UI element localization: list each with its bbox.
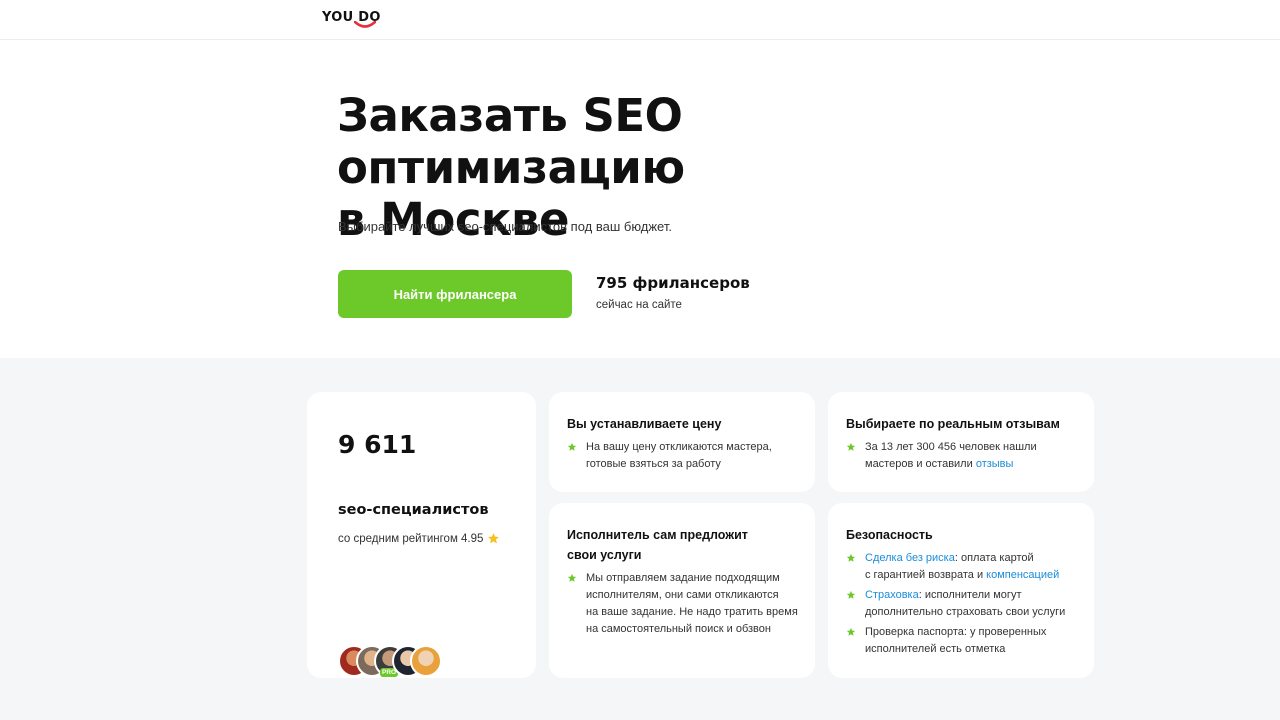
bullet-text: Проверка паспорта: у проверенных [865, 626, 1047, 638]
freelancer-count-caption: сейчас на сайте [596, 299, 682, 311]
avatar[interactable] [410, 645, 442, 677]
feature-bullet: На вашу цену откликаются мастера, готовые… [567, 439, 772, 473]
bullet-text: : оплата картой [954, 552, 1034, 564]
bullet-text: исполнителям, они сами откликаются [586, 589, 779, 601]
green-star-icon [846, 553, 856, 562]
bullet-text: мастеров и оставили [865, 458, 976, 470]
feature-title: Безопасность [846, 528, 933, 542]
feature-bullet: Мы отправляем задание подходящим исполнит… [567, 570, 798, 638]
bullet-text: исполнителей есть отметка [865, 643, 1006, 655]
safe-deal-link[interactable]: Сделка без риска [865, 552, 955, 564]
bullet-text: готовые взяться за работу [586, 458, 721, 470]
green-star-icon [846, 627, 856, 636]
stats-card: 9 611 seo-специалистов со средним рейтин… [307, 392, 536, 678]
bullet-text: с гарантией возврата и [865, 569, 987, 581]
specialists-label: seo-специалистов [338, 502, 489, 518]
reviews-link[interactable]: отзывы [976, 458, 1014, 470]
feature-card-reviews: Выбираете по реальным отзывам За 13 лет … [828, 392, 1094, 492]
hero-subtitle: Выбирайте лучших seo-специалистов под ва… [338, 219, 672, 234]
feature-title-line1: Исполнитель сам предложит [567, 528, 748, 542]
feature-card-safety: Безопасность Сделка без риска: оплата ка… [828, 503, 1094, 678]
bullet-text: на самостоятельный поиск и обзвон [586, 623, 771, 635]
feature-title: Исполнитель сам предложит свои услуги [567, 525, 748, 565]
page-title-line1: Заказать SEO оптимизацию [337, 89, 685, 194]
logo-smile-icon [354, 21, 376, 28]
feature-bullet: Проверка паспорта: у проверенных исполнит… [846, 624, 1046, 658]
feature-title-line2: свои услуги [567, 548, 642, 562]
feature-bullet: Страховка: исполнители могут дополнительн… [846, 587, 1065, 621]
insurance-link[interactable]: Страховка [865, 589, 919, 601]
star-icon [488, 533, 500, 544]
feature-card-price: Вы устанавливаете цену На вашу цену откл… [549, 392, 815, 492]
specialist-avatars: PRO [338, 645, 442, 677]
bullet-text: За 13 лет 300 456 человек нашли [865, 441, 1037, 453]
feature-card-offer: Исполнитель сам предложит свои услуги Мы… [549, 503, 815, 678]
green-star-icon [846, 442, 856, 451]
green-star-icon [567, 573, 577, 582]
average-rating: со средним рейтингом 4.95 [338, 532, 500, 545]
freelancer-count: 795 фрилансеров [596, 274, 750, 292]
feature-bullet: Сделка без риска: оплата картой с гаранти… [846, 550, 1059, 584]
hero-section: Заказать SEO оптимизацию в Москве Выбира… [0, 40, 1280, 358]
feature-title: Вы устанавливаете цену [567, 417, 722, 431]
specialists-count: 9 611 [338, 430, 417, 459]
rating-text: со средним рейтингом 4.95 [338, 532, 484, 545]
feature-bullet: За 13 лет 300 456 человек нашли мастеров … [846, 439, 1037, 473]
feature-title: Выбираете по реальным отзывам [846, 417, 1060, 431]
youdo-logo[interactable]: YOU DO [322, 8, 382, 32]
features-section: 9 611 seo-специалистов со средним рейтин… [0, 358, 1280, 720]
bullet-text: : исполнители могут [918, 589, 1022, 601]
bullet-text: На вашу цену откликаются мастера, [586, 441, 772, 453]
compensation-link[interactable]: компенсацией [986, 569, 1059, 581]
bullet-text: Мы отправляем задание подходящим [586, 572, 780, 584]
green-star-icon [846, 590, 856, 599]
bullet-text: на ваше задание. Не надо тратить время [586, 606, 798, 618]
find-freelancer-button[interactable]: Найти фрилансера [338, 270, 572, 318]
bullet-text: дополнительно страховать свои услуги [865, 606, 1066, 618]
green-star-icon [567, 442, 577, 451]
site-header: YOU DO [0, 0, 1280, 40]
